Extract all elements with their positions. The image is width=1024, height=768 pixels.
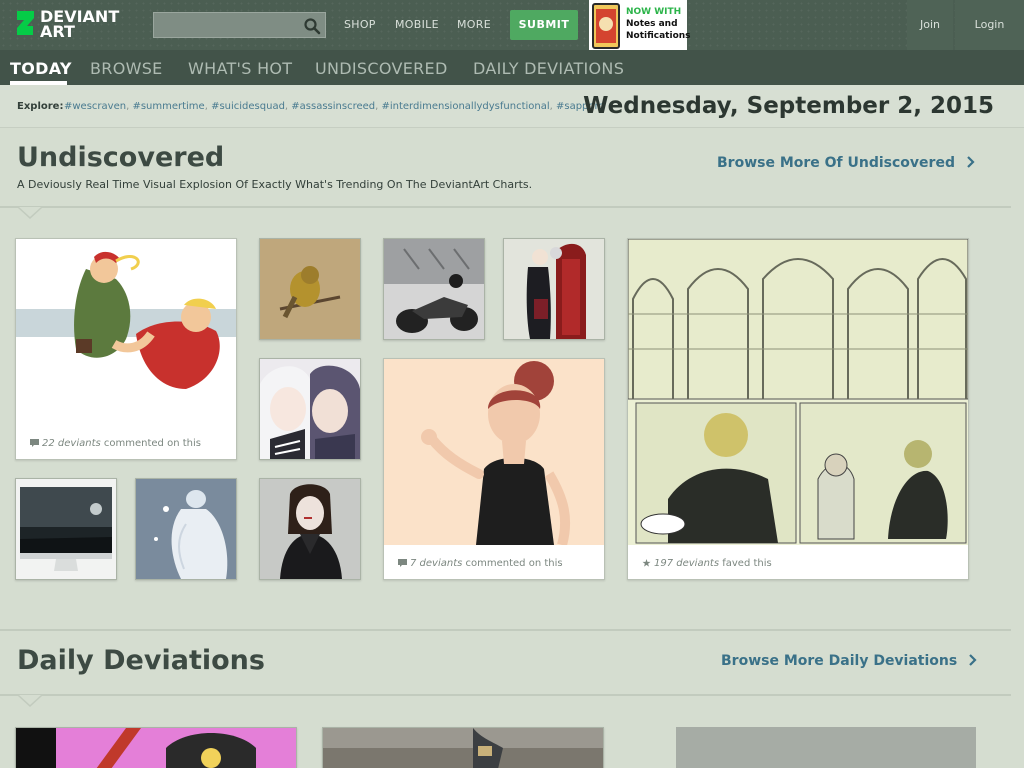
stat-suffix: commented on this (100, 438, 201, 449)
deviation-thumbnail[interactable] (383, 238, 485, 340)
deviation-thumbnail[interactable] (322, 727, 604, 768)
deviation-stats: 7 deviants commented on this (398, 558, 563, 569)
tag-link[interactable]: #suicidesquad (211, 101, 285, 112)
chevron-right-icon (967, 156, 975, 168)
deviation-thumbnail[interactable] (135, 478, 237, 580)
deviation-thumbnail[interactable] (259, 478, 361, 580)
tag-link[interactable]: #summertime (132, 101, 204, 112)
tab-daily-deviations[interactable]: DAILY DEVIATIONS (473, 59, 624, 78)
browse-more-daily-deviations-link[interactable]: Browse More Daily Deviations (721, 653, 978, 669)
explore-tags: #wescraven, #summertime, #suicidesquad, … (64, 101, 605, 112)
stat-suffix: faved this (719, 558, 772, 569)
nav-shop[interactable]: SHOP (344, 18, 376, 31)
search-box (153, 12, 326, 38)
deviation-thumbnail[interactable] (259, 358, 361, 460)
deviant-count[interactable]: 7 deviants (410, 558, 462, 569)
nav-more[interactable]: MORE (457, 18, 491, 31)
deviant-count[interactable]: 197 deviants (654, 558, 719, 569)
tab-bar: TODAY BROWSE WHAT'S HOT UNDISCOVERED DAI… (0, 50, 1024, 85)
comment-icon (398, 559, 407, 567)
login-link[interactable]: Login (955, 0, 1024, 50)
tab-today[interactable]: TODAY (10, 59, 72, 78)
section-title-undiscovered: Undiscovered (17, 142, 225, 173)
join-link[interactable]: Join (907, 0, 953, 50)
deviation-thumbnail[interactable] (503, 238, 605, 340)
search-icon[interactable] (303, 17, 321, 35)
stat-suffix: commented on this (462, 558, 563, 569)
deviation-thumbnail[interactable] (628, 239, 968, 545)
explore-label: Explore: (17, 101, 64, 112)
deviant-count[interactable]: 22 deviants (42, 438, 101, 449)
deviation-stats: 22 deviants commented on this (30, 438, 201, 449)
search-input[interactable] (158, 15, 298, 35)
logo-text-line2: ART (40, 22, 75, 41)
tag-link[interactable]: #wescraven (64, 101, 126, 112)
submit-button[interactable]: SUBMIT (510, 10, 578, 40)
star-icon (642, 559, 651, 567)
phone-icon (592, 3, 620, 49)
deviantart-logo[interactable]: DEVIANT ART (14, 9, 134, 41)
promo-line: Notifications (626, 31, 691, 41)
tab-undiscovered[interactable]: UNDISCOVERED (315, 59, 448, 78)
chevron-right-icon (969, 654, 977, 666)
tag-link[interactable]: #interdimensionallydysfunctional (381, 101, 549, 112)
deviation-card[interactable]: 7 deviants commented on this (383, 358, 605, 580)
browse-more-undiscovered-link[interactable]: Browse More Of Undiscovered (717, 155, 976, 171)
browse-more-label: Browse More Daily Deviations (721, 653, 958, 669)
promo-headline: NOW WITH (626, 7, 682, 17)
top-bar: DEVIANT ART SHOP MOBILE MORE SUBMIT NOW … (0, 0, 1024, 50)
deviation-thumbnail[interactable] (384, 359, 604, 545)
nav-mobile[interactable]: MOBILE (395, 18, 439, 31)
deviation-card[interactable]: 197 deviants faved this (627, 238, 969, 580)
deviation-card[interactable]: 22 deviants commented on this (15, 238, 237, 460)
promo-line: Notes and (626, 19, 678, 29)
deviation-thumbnail[interactable] (15, 727, 297, 768)
deviation-stats: 197 deviants faved this (642, 558, 772, 569)
tab-browse[interactable]: BROWSE (90, 59, 163, 78)
section-divider (0, 694, 1011, 696)
section-title-daily-deviations: Daily Deviations (17, 645, 265, 676)
deviation-thumbnail-placeholder[interactable] (676, 727, 976, 768)
deviation-thumbnail[interactable] (259, 238, 361, 340)
deviation-thumbnail[interactable] (15, 478, 117, 580)
comment-icon (30, 439, 39, 447)
deviation-thumbnail[interactable] (16, 239, 236, 397)
tab-whats-hot[interactable]: WHAT'S HOT (188, 59, 292, 78)
tag-link[interactable]: #assassinscreed (291, 101, 375, 112)
browse-more-label: Browse More Of Undiscovered (717, 155, 955, 171)
section-divider (0, 206, 1011, 208)
deviantart-logo-icon (17, 11, 34, 35)
mobile-app-promo[interactable]: NOW WITH Notes and Notifications (589, 0, 691, 50)
page-date: Wednesday, September 2, 2015 (583, 93, 994, 119)
section-divider (0, 629, 1011, 631)
section-description: A Deviously Real Time Visual Explosion O… (17, 178, 533, 191)
